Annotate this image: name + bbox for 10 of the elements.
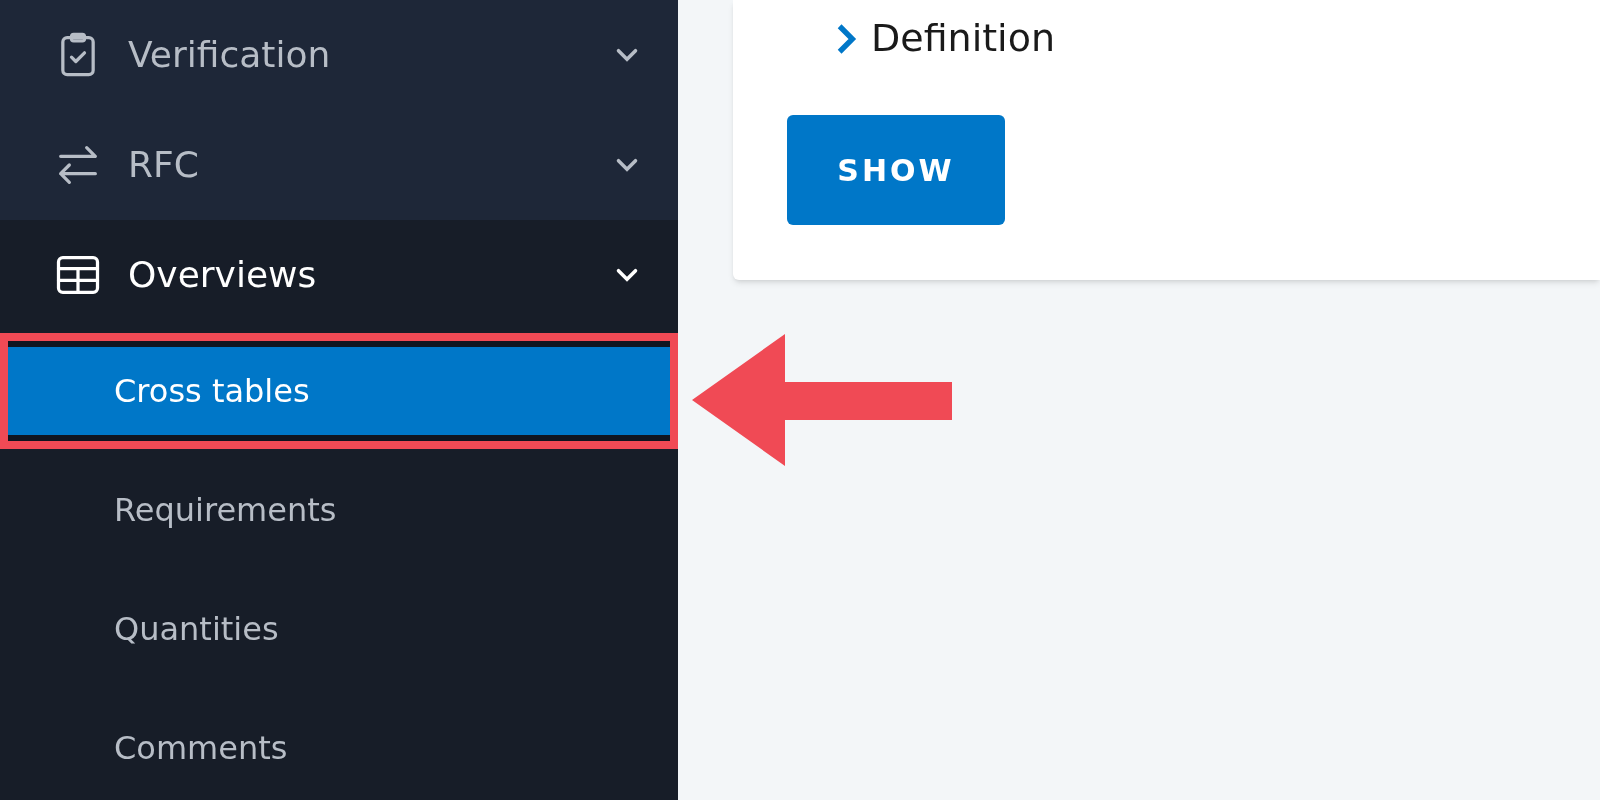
sidebar-item[interactable]: Comments	[8, 698, 670, 798]
show-button[interactable]: SHOW	[787, 115, 1005, 225]
sidebar-section[interactable]: Verification	[0, 0, 678, 110]
link-text: Definition	[871, 15, 1055, 62]
definition-link[interactable]: Definition	[833, 10, 1600, 67]
sidebar-item[interactable]: Cross tables	[8, 341, 670, 441]
sidebar-section[interactable]: Overviews	[0, 220, 678, 330]
sidebar-item[interactable]: Requirements	[8, 460, 670, 560]
sidebar-section[interactable]: RFC	[0, 110, 678, 220]
sidebar-item[interactable]: Quantities	[8, 579, 670, 679]
